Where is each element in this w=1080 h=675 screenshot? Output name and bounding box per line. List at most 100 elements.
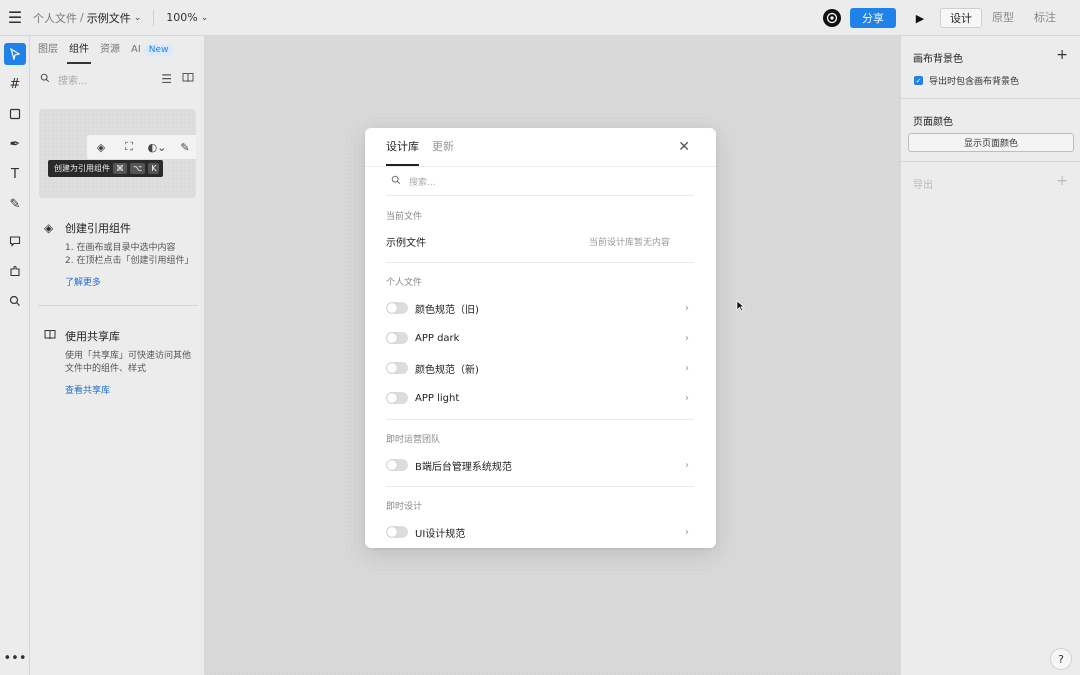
play-icon[interactable]: ▶ bbox=[908, 6, 932, 30]
rectangle-tool-icon[interactable] bbox=[4, 103, 26, 125]
zoom-dropdown[interactable]: 100% ⌄ bbox=[166, 11, 208, 24]
show-page-color-button[interactable]: 显示页面颜色 bbox=[908, 133, 1074, 152]
tab-ai-label: AI bbox=[131, 44, 141, 55]
select-tool-icon[interactable] bbox=[4, 43, 26, 65]
tab-layers[interactable]: 图层 bbox=[38, 36, 58, 64]
library-item[interactable]: 颜色规范（旧) › bbox=[386, 298, 694, 318]
frame-select-icon[interactable]: ⛶ bbox=[115, 140, 143, 154]
chevron-down-icon[interactable]: ⌄ bbox=[134, 13, 142, 23]
divider bbox=[38, 305, 198, 306]
info-text: 1. 在画布或目录中选中内容 2. 在顶栏点击「创建引用组件」 bbox=[65, 243, 194, 266]
library-book-icon[interactable] bbox=[182, 72, 194, 86]
library-item[interactable]: APP light › bbox=[386, 388, 694, 408]
checkbox-label: 导出时包含画布背景色 bbox=[929, 77, 1020, 87]
library-item[interactable]: 颜色规范（新) › bbox=[386, 358, 694, 378]
chevron-right-icon[interactable]: › bbox=[685, 527, 689, 538]
search-icon bbox=[391, 175, 401, 188]
library-book-icon bbox=[44, 329, 60, 343]
file-name[interactable]: 示例文件 bbox=[87, 10, 131, 26]
view-library-link[interactable]: 查看共享库 bbox=[65, 383, 199, 396]
create-component-info: ◈ 创建引用组件 1. 在画布或目录中选中内容 2. 在顶栏点击「创建引用组件」… bbox=[44, 220, 199, 288]
learn-more-link[interactable]: 了解更多 bbox=[65, 275, 199, 288]
section-title: 即时运营团队 bbox=[386, 435, 441, 445]
section-title: 个人文件 bbox=[386, 278, 423, 288]
library-toggle[interactable] bbox=[386, 302, 408, 314]
chevron-right-icon[interactable]: › bbox=[685, 303, 689, 314]
menu-icon[interactable]: ☰ bbox=[0, 0, 30, 36]
export-bg-checkbox[interactable]: ✓ 导出时包含画布背景色 bbox=[914, 74, 1019, 87]
library-name: APP light bbox=[415, 392, 460, 404]
file-name: 示例文件 bbox=[386, 237, 426, 249]
mini-toolbar: ◈ ⛶ ◐⌄ ✎ bbox=[87, 135, 196, 159]
tab-annotate[interactable]: 标注 bbox=[1024, 8, 1066, 28]
team-avatar-icon[interactable] bbox=[823, 9, 841, 27]
comment-icon[interactable] bbox=[4, 230, 26, 252]
top-bar: ☰ 个人文件 / 示例文件 ⌄ 100% ⌄ 分享 ▶ 设计 原型 标注 bbox=[0, 0, 1080, 36]
create-component-tooltip: 创建为引用组件 ⌘ ⌥ K bbox=[48, 160, 164, 177]
left-panel: 图层 组件 资源 AI New 搜索... ☰ ◈ ⛶ ◐⌄ ✎ 创建为引用组件 … bbox=[30, 36, 205, 675]
component-diamond-icon[interactable]: ◈ bbox=[87, 141, 115, 154]
shortcut-key: K bbox=[148, 163, 160, 174]
library-toggle[interactable] bbox=[386, 362, 408, 374]
library-item[interactable]: B端后台管理系统规范 › bbox=[386, 455, 694, 475]
chevron-right-icon[interactable]: › bbox=[685, 363, 689, 374]
canvas-bg-title: 画布背景色 bbox=[913, 54, 963, 65]
divider bbox=[153, 9, 155, 26]
add-export-icon[interactable]: + bbox=[1056, 173, 1068, 189]
library-name: 颜色规范（旧) bbox=[415, 304, 479, 316]
more-icon[interactable]: ••• bbox=[4, 647, 27, 669]
tab-design-library[interactable]: 设计库 bbox=[386, 139, 419, 166]
library-toggle[interactable] bbox=[386, 459, 408, 471]
left-panel-tabs: 图层 组件 资源 AI New bbox=[30, 36, 204, 64]
tab-design[interactable]: 设计 bbox=[940, 8, 982, 28]
search-input[interactable]: 搜索... bbox=[58, 72, 151, 87]
modal-tabs: 设计库 更新 bbox=[386, 139, 467, 166]
share-button[interactable]: 分享 bbox=[850, 8, 896, 28]
tab-updates[interactable]: 更新 bbox=[432, 139, 454, 166]
library-toggle[interactable] bbox=[386, 332, 408, 344]
divider bbox=[901, 98, 1080, 99]
chevron-right-icon[interactable]: › bbox=[685, 460, 689, 471]
empty-note: 当前设计库暂无内容 bbox=[588, 237, 670, 248]
tool-strip: # ✒ T ✎ ••• bbox=[0, 36, 30, 675]
divider bbox=[386, 195, 694, 196]
pencil-tool-icon[interactable]: ✎ bbox=[4, 193, 26, 215]
tab-prototype[interactable]: 原型 bbox=[982, 8, 1024, 28]
close-icon[interactable]: ✕ bbox=[678, 139, 690, 155]
search-input[interactable]: 搜索... bbox=[409, 175, 436, 188]
edit-icon[interactable]: ✎ bbox=[171, 141, 196, 154]
list-view-icon[interactable]: ☰ bbox=[161, 72, 172, 86]
text-tool-icon[interactable]: T bbox=[4, 163, 26, 185]
checkbox-icon[interactable]: ✓ bbox=[914, 76, 923, 85]
mode-tabs: 设计 原型 标注 bbox=[940, 8, 1066, 28]
library-toggle[interactable] bbox=[386, 526, 408, 538]
plugin-icon[interactable] bbox=[4, 260, 26, 282]
tab-assets[interactable]: 资源 bbox=[100, 36, 120, 64]
library-toggle[interactable] bbox=[386, 392, 408, 404]
export-title: 导出 bbox=[913, 180, 933, 191]
help-button[interactable]: ? bbox=[1050, 648, 1072, 670]
library-name: APP dark bbox=[415, 332, 460, 344]
contrast-icon[interactable]: ◐⌄ bbox=[143, 141, 171, 154]
library-item[interactable]: UI设计规范 › bbox=[386, 522, 694, 542]
chevron-right-icon[interactable]: › bbox=[685, 333, 689, 344]
divider bbox=[386, 262, 694, 263]
divider bbox=[901, 161, 1080, 162]
chevron-right-icon[interactable]: › bbox=[685, 393, 689, 404]
tab-components[interactable]: 组件 bbox=[67, 36, 91, 64]
search-icon[interactable] bbox=[4, 290, 26, 312]
library-item[interactable]: APP dark › bbox=[386, 328, 694, 348]
frame-tool-icon[interactable]: # bbox=[4, 73, 26, 95]
component-preview: ◈ ⛶ ◐⌄ ✎ 创建为引用组件 ⌘ ⌥ K bbox=[39, 109, 196, 198]
chevron-down-icon: ⌄ bbox=[200, 12, 209, 23]
library-search[interactable]: 搜索... bbox=[391, 175, 436, 188]
add-icon[interactable]: + bbox=[1056, 47, 1068, 63]
current-file-row: 示例文件 当前设计库暂无内容 bbox=[386, 231, 694, 251]
component-search: 搜索... ☰ bbox=[30, 64, 204, 94]
tab-ai[interactable]: AI New bbox=[131, 36, 174, 64]
zoom-value: 100% bbox=[166, 11, 198, 24]
pen-tool-icon[interactable]: ✒ bbox=[4, 133, 26, 155]
shortcut-key: ⌘ bbox=[113, 163, 127, 174]
tooltip-text: 创建为引用组件 bbox=[54, 164, 110, 173]
breadcrumb-parent[interactable]: 个人文件 bbox=[33, 10, 77, 26]
